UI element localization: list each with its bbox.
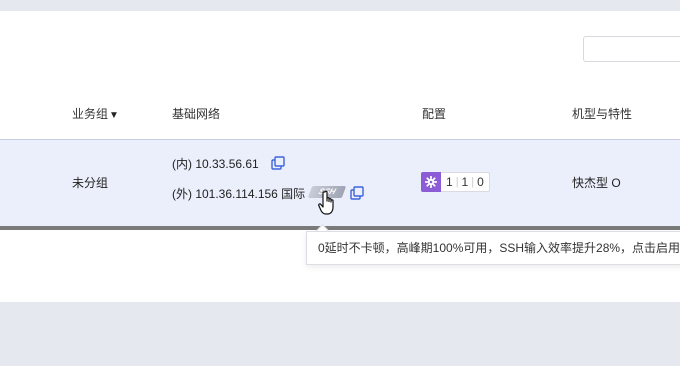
divider: | [455,176,459,188]
row-model: 快杰型 O [572,176,621,190]
copy-icon[interactable] [350,186,364,200]
row-group: 未分组 [72,176,109,190]
horizontal-scrollbar[interactable] [0,226,680,230]
column-header-group-label: 业务组 [72,107,109,121]
config-gpu: 0 [477,175,484,189]
search-input[interactable] [583,36,680,62]
sort-caret-icon[interactable]: ▼ [109,110,119,121]
gear-icon [421,172,441,192]
config-badge: 1 | 1 | 0 [421,172,490,192]
column-header-model: 机型与特性 [572,107,633,121]
hand-cursor-icon [318,190,334,215]
config-memory: 1 [461,175,469,189]
divider: | [471,176,475,188]
column-header-config: 配置 [422,107,447,121]
column-header-network: 基础网络 [172,107,221,121]
copy-icon[interactable] [271,156,285,170]
config-cpu: 1 [446,175,453,189]
ip-external: (外) 101.36.114.156 国际 [172,187,306,201]
ip-internal: (内) 10.33.56.61 [172,157,259,171]
config-values: 1 | 1 | 0 [441,172,490,192]
column-header-group[interactable]: 业务组▼ [72,105,119,122]
tooltip: 0延时不卡顿，高峰期100%可用，SSH输入效率提升28%，点击启用 [306,231,680,265]
